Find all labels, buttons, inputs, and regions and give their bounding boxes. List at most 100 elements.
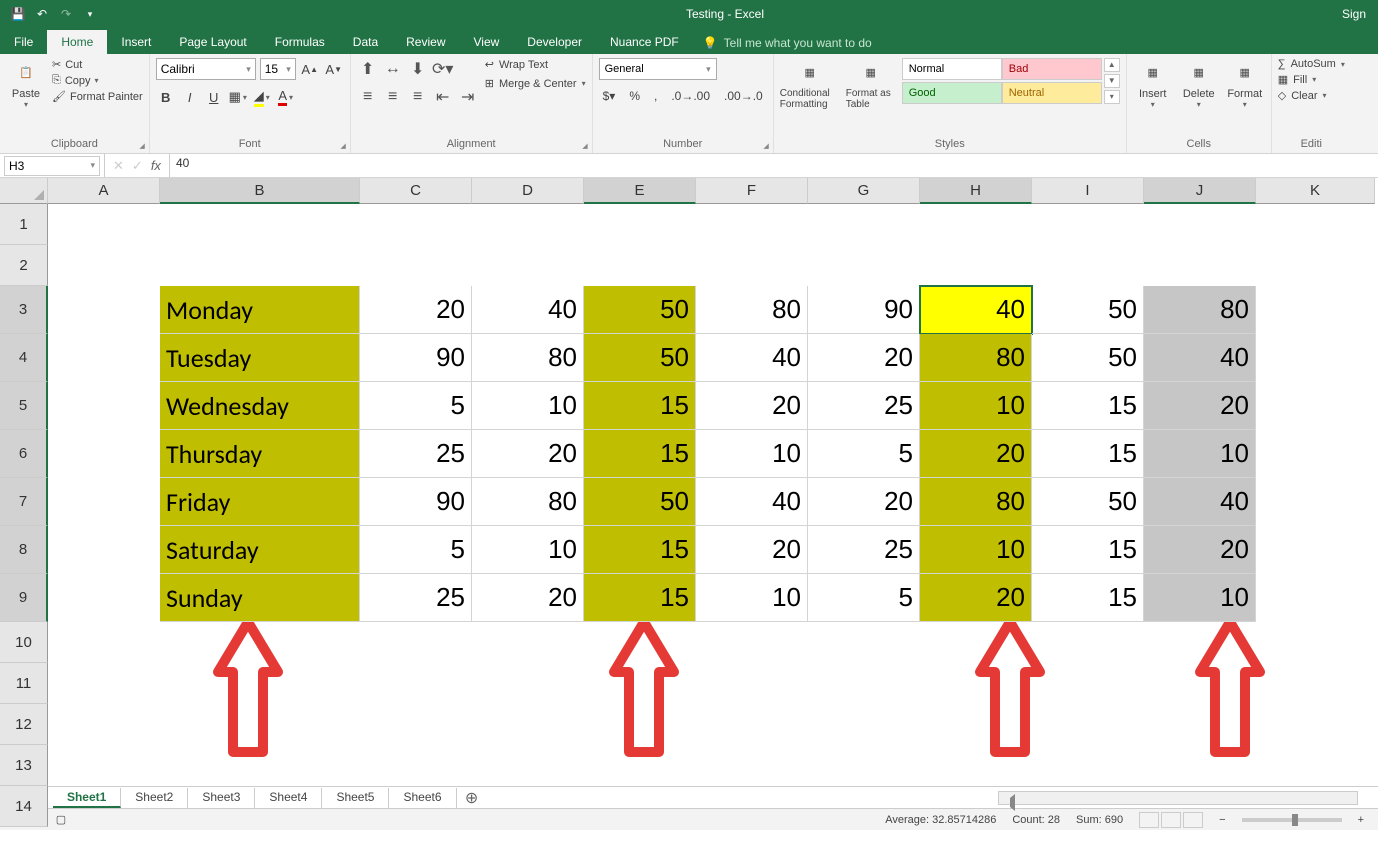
signin-link[interactable]: Sign bbox=[1342, 7, 1378, 21]
redo-icon[interactable]: ↷ bbox=[56, 4, 76, 24]
cell-F3[interactable]: 80 bbox=[696, 286, 808, 334]
format-cells-button[interactable]: ▦Format▾ bbox=[1225, 58, 1265, 109]
cell-H5[interactable]: 10 bbox=[920, 382, 1032, 430]
cell-E5[interactable]: 15 bbox=[584, 382, 696, 430]
cell-E4[interactable]: 50 bbox=[584, 334, 696, 382]
sheet-tab-sheet4[interactable]: Sheet4 bbox=[255, 788, 322, 808]
cell-G3[interactable]: 90 bbox=[808, 286, 920, 334]
cell-C4[interactable]: 90 bbox=[360, 334, 472, 382]
cell-H9[interactable]: 20 bbox=[920, 574, 1032, 622]
cell-F7[interactable]: 40 bbox=[696, 478, 808, 526]
cell-B5[interactable]: Wednesday bbox=[160, 382, 360, 430]
cell-B3[interactable]: Monday bbox=[160, 286, 360, 334]
cell-F6[interactable]: 10 bbox=[696, 430, 808, 478]
gallery-down-icon[interactable]: ▼ bbox=[1104, 74, 1120, 88]
font-color-button[interactable]: A bbox=[276, 86, 296, 108]
percent-format-button[interactable]: % bbox=[625, 85, 644, 107]
cell-H7[interactable]: 80 bbox=[920, 478, 1032, 526]
copy-button[interactable]: ⎘ Copy ▾ bbox=[52, 74, 143, 87]
column-header-B[interactable]: B bbox=[160, 178, 360, 204]
accounting-format-button[interactable]: $▾ bbox=[599, 85, 620, 107]
row-header-14[interactable]: 14 bbox=[0, 786, 48, 827]
tab-insert[interactable]: Insert bbox=[107, 30, 165, 54]
cell-E3[interactable]: 50 bbox=[584, 286, 696, 334]
cell-F4[interactable]: 40 bbox=[696, 334, 808, 382]
select-all-corner[interactable] bbox=[0, 178, 48, 204]
cell-C6[interactable]: 25 bbox=[360, 430, 472, 478]
cell-H6[interactable]: 20 bbox=[920, 430, 1032, 478]
enter-formula-icon[interactable]: ✓ bbox=[132, 158, 143, 174]
view-layout-button[interactable] bbox=[1161, 812, 1181, 828]
row-header-8[interactable]: 8 bbox=[0, 526, 48, 574]
row-header-3[interactable]: 3 bbox=[0, 286, 48, 334]
macro-record-icon[interactable]: ▢ bbox=[56, 813, 66, 826]
gallery-up-icon[interactable]: ▲ bbox=[1104, 58, 1120, 72]
cell-I5[interactable]: 15 bbox=[1032, 382, 1144, 430]
fill-button[interactable]: ▦Fill▾ bbox=[1278, 73, 1345, 86]
cell-B4[interactable]: Tuesday bbox=[160, 334, 360, 382]
comma-format-button[interactable]: , bbox=[650, 85, 661, 107]
wrap-text-button[interactable]: ↩Wrap Text bbox=[485, 58, 586, 71]
tell-me-input[interactable]: 💡 Tell me what you want to do bbox=[703, 36, 872, 54]
cell-G9[interactable]: 5 bbox=[808, 574, 920, 622]
cell-J4[interactable]: 40 bbox=[1144, 334, 1256, 382]
sheet-tab-sheet6[interactable]: Sheet6 bbox=[389, 788, 456, 808]
cell-D3[interactable]: 40 bbox=[472, 286, 584, 334]
cancel-formula-icon[interactable]: ✕ bbox=[113, 158, 124, 174]
row-header-2[interactable]: 2 bbox=[0, 245, 48, 286]
cell-E9[interactable]: 15 bbox=[584, 574, 696, 622]
view-normal-button[interactable] bbox=[1139, 812, 1159, 828]
cell-I3[interactable]: 50 bbox=[1032, 286, 1144, 334]
increase-decimal-button[interactable]: .0→.00 bbox=[667, 85, 714, 107]
cell-J6[interactable]: 10 bbox=[1144, 430, 1256, 478]
cell-G6[interactable]: 5 bbox=[808, 430, 920, 478]
paste-button[interactable]: 📋 Paste ▾ bbox=[6, 58, 46, 109]
row-header-9[interactable]: 9 bbox=[0, 574, 48, 622]
cell-G7[interactable]: 20 bbox=[808, 478, 920, 526]
sheet-tab-sheet3[interactable]: Sheet3 bbox=[188, 788, 255, 808]
cell-I4[interactable]: 50 bbox=[1032, 334, 1144, 382]
cell-style-good[interactable]: Good bbox=[902, 82, 1002, 104]
zoom-in-button[interactable]: + bbox=[1358, 814, 1364, 826]
cell-H8[interactable]: 10 bbox=[920, 526, 1032, 574]
cell-J3[interactable]: 80 bbox=[1144, 286, 1256, 334]
undo-icon[interactable]: ↶ bbox=[32, 4, 52, 24]
cell-B9[interactable]: Sunday bbox=[160, 574, 360, 622]
column-header-H[interactable]: H bbox=[920, 178, 1032, 204]
cell-I9[interactable]: 15 bbox=[1032, 574, 1144, 622]
merge-center-button[interactable]: ⊞Merge & Center▾ bbox=[485, 77, 586, 90]
align-right-button[interactable]: ≡ bbox=[407, 86, 429, 108]
row-header-4[interactable]: 4 bbox=[0, 334, 48, 382]
row-header-5[interactable]: 5 bbox=[0, 382, 48, 430]
cell-C8[interactable]: 5 bbox=[360, 526, 472, 574]
tab-page-layout[interactable]: Page Layout bbox=[165, 30, 260, 54]
cell-C3[interactable]: 20 bbox=[360, 286, 472, 334]
cell-D8[interactable]: 10 bbox=[472, 526, 584, 574]
cell-G5[interactable]: 25 bbox=[808, 382, 920, 430]
row-header-6[interactable]: 6 bbox=[0, 430, 48, 478]
format-painter-button[interactable]: 🖌 Format Painter bbox=[52, 90, 143, 103]
number-format-select[interactable]: General▾ bbox=[599, 58, 717, 80]
cell-I7[interactable]: 50 bbox=[1032, 478, 1144, 526]
cell-C5[interactable]: 5 bbox=[360, 382, 472, 430]
decrease-indent-button[interactable]: ⇤ bbox=[432, 86, 454, 108]
cell-style-neutral[interactable]: Neutral bbox=[1002, 82, 1102, 104]
column-header-A[interactable]: A bbox=[48, 178, 160, 204]
conditional-formatting-button[interactable]: ▦ Conditional Formatting bbox=[780, 58, 840, 110]
cell-C9[interactable]: 25 bbox=[360, 574, 472, 622]
format-as-table-button[interactable]: ▦ Format as Table bbox=[846, 58, 896, 110]
cell-D7[interactable]: 80 bbox=[472, 478, 584, 526]
cell-F8[interactable]: 20 bbox=[696, 526, 808, 574]
bold-button[interactable]: B bbox=[156, 86, 176, 108]
align-middle-button[interactable]: ↔ bbox=[382, 58, 404, 80]
italic-button[interactable]: I bbox=[180, 86, 200, 108]
cell-D9[interactable]: 20 bbox=[472, 574, 584, 622]
fill-color-button[interactable]: ◢ bbox=[252, 86, 272, 108]
row-header-13[interactable]: 13 bbox=[0, 745, 48, 786]
borders-button[interactable]: ▦ bbox=[228, 86, 248, 108]
sheet-tab-sheet5[interactable]: Sheet5 bbox=[322, 788, 389, 808]
tab-review[interactable]: Review bbox=[392, 30, 459, 54]
cell-style-normal[interactable]: Normal bbox=[902, 58, 1002, 80]
name-box[interactable]: H3 bbox=[4, 156, 100, 176]
column-header-F[interactable]: F bbox=[696, 178, 808, 204]
